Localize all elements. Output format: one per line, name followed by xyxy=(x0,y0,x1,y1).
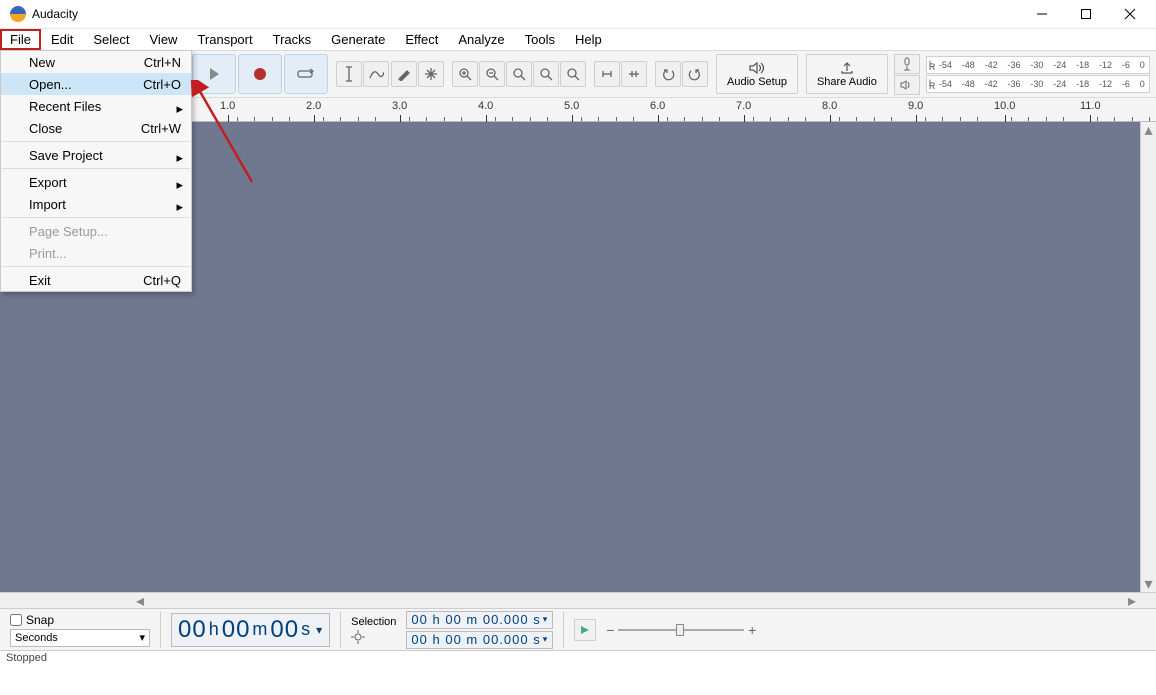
menu-analyze[interactable]: Analyze xyxy=(448,29,514,50)
share-audio-label: Share Audio xyxy=(817,76,877,88)
timeline-tick: 5.0 xyxy=(564,100,579,112)
scroll-left-icon[interactable]: ◂ xyxy=(132,591,148,611)
selection-bar: Snap Seconds ▾ 00h 00m 00s▾ Selection 00… xyxy=(0,608,1156,650)
minus-icon: − xyxy=(606,622,614,638)
redo-icon[interactable] xyxy=(682,61,708,87)
file-menu-export[interactable]: Export▸ xyxy=(1,171,191,193)
playback-meter[interactable]: L R -54-48-42-36-30-24-18-12-60 xyxy=(926,75,1150,93)
menu-file[interactable]: File xyxy=(0,29,41,50)
gear-icon[interactable] xyxy=(351,630,365,644)
app-title: Audacity xyxy=(32,7,78,21)
menu-transport[interactable]: Transport xyxy=(187,29,262,50)
snap-checkbox[interactable] xyxy=(10,614,22,626)
status-text: Stopped xyxy=(6,652,47,664)
timeline-tick: 3.0 xyxy=(392,100,407,112)
menu-generate[interactable]: Generate xyxy=(321,29,395,50)
zoom-in-icon[interactable] xyxy=(452,61,478,87)
status-bar: Stopped xyxy=(0,650,1156,668)
fit-project-icon[interactable] xyxy=(533,61,559,87)
menu-tools[interactable]: Tools xyxy=(515,29,565,50)
fit-selection-icon[interactable] xyxy=(506,61,532,87)
snap-unit-value: Seconds xyxy=(15,632,58,644)
selection-start[interactable]: 00 h 00 m 00.000 s▾ xyxy=(406,611,553,629)
timeline-tick: 10.0 xyxy=(994,100,1015,112)
file-menu-recent-files[interactable]: Recent Files▸ xyxy=(1,95,191,117)
meter-channel-r: R xyxy=(929,62,936,72)
timeline-tick: 6.0 xyxy=(650,100,665,112)
speaker-icon xyxy=(748,61,766,75)
menu-view[interactable]: View xyxy=(140,29,188,50)
play-at-speed-button[interactable] xyxy=(574,619,596,641)
timeline-tick: 11.0 xyxy=(1080,100,1101,112)
menu-select[interactable]: Select xyxy=(83,29,139,50)
scroll-right-icon[interactable]: ▸ xyxy=(1124,591,1140,611)
minimize-button[interactable] xyxy=(1020,0,1064,28)
menu-edit[interactable]: Edit xyxy=(41,29,83,50)
share-audio-button[interactable]: Share Audio xyxy=(806,54,888,94)
snap-label: Snap xyxy=(26,613,54,627)
file-menu-print: Print... xyxy=(1,242,191,264)
app-icon xyxy=(10,6,26,22)
file-menu-save-project[interactable]: Save Project▸ xyxy=(1,144,191,166)
selection-end[interactable]: 00 h 00 m 00.000 s▾ xyxy=(406,631,553,649)
audio-setup-button[interactable]: Audio Setup xyxy=(716,54,798,94)
draw-tool[interactable] xyxy=(391,61,417,87)
plus-icon: + xyxy=(748,622,756,638)
menu-effect[interactable]: Effect xyxy=(395,29,448,50)
menu-bar: FileEditSelectViewTransportTracksGenerat… xyxy=(0,28,1156,50)
envelope-tool[interactable] xyxy=(363,61,389,87)
horizontal-scrollbar[interactable]: ◂ ▸ xyxy=(0,592,1156,608)
multi-tool[interactable] xyxy=(418,61,444,87)
time-display-main[interactable]: 00h 00m 00s▾ xyxy=(171,613,330,647)
loop-button[interactable] xyxy=(284,54,328,94)
undo-icon[interactable] xyxy=(655,61,681,87)
timeline-tick: 1.0 xyxy=(220,100,235,112)
playback-speed-slider[interactable]: − + xyxy=(606,622,756,638)
title-bar: Audacity xyxy=(0,0,1156,28)
file-menu-import[interactable]: Import▸ xyxy=(1,193,191,215)
scroll-up-icon[interactable]: ▴ xyxy=(1141,122,1156,138)
play-button[interactable] xyxy=(192,54,236,94)
menu-help[interactable]: Help xyxy=(565,29,612,50)
silence-icon[interactable] xyxy=(621,61,647,87)
file-menu-dropdown: NewCtrl+NOpen...Ctrl+ORecent Files▸Close… xyxy=(0,50,192,292)
selection-tool[interactable] xyxy=(336,61,362,87)
maximize-button[interactable] xyxy=(1064,0,1108,28)
share-icon xyxy=(839,61,855,75)
playback-meter-speaker-icon[interactable] xyxy=(894,75,920,95)
snap-unit-combo[interactable]: Seconds ▾ xyxy=(10,629,150,647)
file-menu-exit[interactable]: ExitCtrl+Q xyxy=(1,269,191,291)
timeline-tick: 2.0 xyxy=(306,100,321,112)
record-meter-mic-icon[interactable] xyxy=(894,54,920,74)
timeline-tick: 8.0 xyxy=(822,100,837,112)
record-button[interactable] xyxy=(238,54,282,94)
timeline-tick: 4.0 xyxy=(478,100,493,112)
menu-tracks[interactable]: Tracks xyxy=(263,29,322,50)
record-meter[interactable]: L R -54-48-42-36-30-24-18-12-60 xyxy=(926,56,1150,74)
file-menu-page-setup: Page Setup... xyxy=(1,220,191,242)
trim-icon[interactable] xyxy=(594,61,620,87)
file-menu-open[interactable]: Open...Ctrl+O xyxy=(1,73,191,95)
chevron-down-icon: ▾ xyxy=(139,631,145,644)
audio-setup-label: Audio Setup xyxy=(727,76,787,88)
selection-label: Selection xyxy=(351,616,396,628)
timeline-tick: 7.0 xyxy=(736,100,751,112)
scroll-down-icon[interactable]: ▾ xyxy=(1141,576,1156,592)
timeline-tick: 9.0 xyxy=(908,100,923,112)
file-menu-close[interactable]: CloseCtrl+W xyxy=(1,117,191,139)
meter-channel-r: R xyxy=(929,81,936,91)
close-button[interactable] xyxy=(1108,0,1152,28)
file-menu-new[interactable]: NewCtrl+N xyxy=(1,51,191,73)
zoom-out-icon[interactable] xyxy=(479,61,505,87)
zoom-toggle-icon[interactable] xyxy=(560,61,586,87)
vertical-scrollbar[interactable]: ▴ ▾ xyxy=(1140,122,1156,592)
